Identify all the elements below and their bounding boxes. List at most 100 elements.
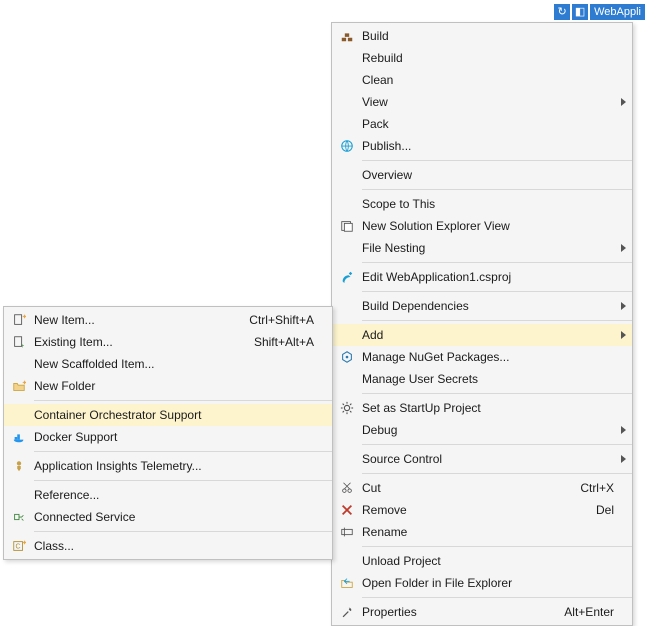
publish-icon <box>332 139 362 153</box>
refresh-icon[interactable]: ↻ <box>554 4 570 20</box>
add-submenu: ✦ New Item...Ctrl+Shift+A + Existing Item..… <box>3 306 333 560</box>
menu-item-properties[interactable]: PropertiesAlt+Enter <box>332 601 632 623</box>
cut-icon <box>332 481 362 495</box>
menu-item-label: New Item... <box>34 313 249 327</box>
submenu-arrow-icon <box>621 455 626 463</box>
menu-item-label: Unload Project <box>362 554 614 568</box>
menu-item-shortcut: Del <box>596 503 614 517</box>
topbar-label[interactable]: WebAppli <box>590 4 645 20</box>
menu-item-manage-nuget-packages[interactable]: Manage NuGet Packages... <box>332 346 632 368</box>
class-icon: C✦ <box>4 539 34 553</box>
menu-item-overview[interactable]: Overview <box>332 164 632 186</box>
menu-item-docker-support[interactable]: Docker Support <box>4 426 332 448</box>
svg-text:✦: ✦ <box>22 313 26 321</box>
menu-item-shortcut: Ctrl+Shift+A <box>249 313 314 327</box>
rename-icon <box>332 525 362 539</box>
menu-item-reference[interactable]: Reference... <box>4 484 332 506</box>
menu-item-label: Class... <box>34 539 314 553</box>
menu-item-label: Cut <box>362 481 580 495</box>
menu-item-label: Docker Support <box>34 430 314 444</box>
menu-item-file-nesting[interactable]: File Nesting <box>332 237 632 259</box>
properties-icon <box>332 605 362 619</box>
menu-item-label: Reference... <box>34 488 314 502</box>
menu-item-rebuild[interactable]: Rebuild <box>332 47 632 69</box>
menu-item-label: Clean <box>362 73 614 87</box>
window-icon[interactable]: ◧ <box>572 4 588 20</box>
menu-separator <box>362 473 632 474</box>
menu-item-label: Scope to This <box>362 197 614 211</box>
submenu-arrow-icon <box>621 302 626 310</box>
menu-item-build-dependencies[interactable]: Build Dependencies <box>332 295 632 317</box>
menu-item-connected-service[interactable]: Connected Service <box>4 506 332 528</box>
menu-separator <box>362 160 632 161</box>
menu-item-label: Build <box>362 29 614 43</box>
menu-item-new-scaffolded-item[interactable]: New Scaffolded Item... <box>4 353 332 375</box>
svg-text:✦: ✦ <box>22 379 26 387</box>
menu-item-label: Open Folder in File Explorer <box>362 576 614 590</box>
menu-item-publish[interactable]: Publish... <box>332 135 632 157</box>
menu-item-new-folder[interactable]: ✦ New Folder <box>4 375 332 397</box>
submenu-arrow-icon <box>621 331 626 339</box>
menu-separator <box>362 291 632 292</box>
menu-separator <box>362 262 632 263</box>
menu-item-new-solution-explorer-view[interactable]: New Solution Explorer View <box>332 215 632 237</box>
svg-text:+: + <box>21 343 25 349</box>
menu-item-remove[interactable]: RemoveDel <box>332 499 632 521</box>
menu-item-label: New Folder <box>34 379 314 393</box>
menu-item-label: Set as StartUp Project <box>362 401 614 415</box>
menu-item-source-control[interactable]: Source Control <box>332 448 632 470</box>
menu-item-label: Publish... <box>362 139 614 153</box>
menu-item-shortcut: Shift+Alt+A <box>254 335 314 349</box>
menu-item-application-insights-telemetry[interactable]: Application Insights Telemetry... <box>4 455 332 477</box>
menu-item-set-as-startup-project[interactable]: Set as StartUp Project <box>332 397 632 419</box>
menu-separator <box>34 531 332 532</box>
menu-item-label: File Nesting <box>362 241 614 255</box>
menu-item-clean[interactable]: Clean <box>332 69 632 91</box>
menu-item-view[interactable]: View <box>332 91 632 113</box>
menu-item-label: Rename <box>362 525 614 539</box>
menu-item-manage-user-secrets[interactable]: Manage User Secrets <box>332 368 632 390</box>
menu-item-open-folder-in-file-explorer[interactable]: Open Folder in File Explorer <box>332 572 632 594</box>
gear-icon <box>332 401 362 415</box>
menu-item-label: Add <box>362 328 614 342</box>
menu-item-pack[interactable]: Pack <box>332 113 632 135</box>
menu-item-label: Existing Item... <box>34 335 254 349</box>
open-folder-icon <box>332 576 362 590</box>
submenu-arrow-icon <box>621 98 626 106</box>
submenu-arrow-icon <box>621 244 626 252</box>
menu-item-container-orchestrator-support[interactable]: Container Orchestrator Support <box>4 404 332 426</box>
existing-item-icon: + <box>4 335 34 349</box>
menu-item-label: New Scaffolded Item... <box>34 357 314 371</box>
menu-item-label: Rebuild <box>362 51 614 65</box>
menu-item-class[interactable]: C✦Class... <box>4 535 332 557</box>
menu-item-debug[interactable]: Debug <box>332 419 632 441</box>
menu-item-unload-project[interactable]: Unload Project <box>332 550 632 572</box>
insights-icon <box>4 459 34 473</box>
menu-item-shortcut: Ctrl+X <box>580 481 614 495</box>
menu-item-label: Container Orchestrator Support <box>34 408 314 422</box>
menu-item-add[interactable]: Add <box>332 324 632 346</box>
menu-item-label: Debug <box>362 423 614 437</box>
menu-item-label: Pack <box>362 117 614 131</box>
svg-text:C: C <box>16 544 21 551</box>
new-view-icon <box>332 219 362 233</box>
connected-icon <box>4 510 34 524</box>
menu-separator <box>362 189 632 190</box>
submenu-arrow-icon <box>621 426 626 434</box>
menu-item-build[interactable]: Build <box>332 25 632 47</box>
menu-item-scope-to-this[interactable]: Scope to This <box>332 193 632 215</box>
menu-separator <box>362 393 632 394</box>
menu-item-label: Remove <box>362 503 596 517</box>
menu-separator <box>362 597 632 598</box>
menu-item-label: Source Control <box>362 452 614 466</box>
svg-text:✦: ✦ <box>22 539 26 547</box>
nuget-icon <box>332 350 362 364</box>
menu-item-edit-webapplication1-csproj[interactable]: Edit WebApplication1.csproj <box>332 266 632 288</box>
menu-item-existing-item[interactable]: + Existing Item...Shift+Alt+A <box>4 331 332 353</box>
menu-item-label: Edit WebApplication1.csproj <box>362 270 614 284</box>
menu-item-rename[interactable]: Rename <box>332 521 632 543</box>
menu-item-new-item[interactable]: ✦ New Item...Ctrl+Shift+A <box>4 309 332 331</box>
build-icon <box>332 29 362 43</box>
new-item-icon: ✦ <box>4 313 34 327</box>
menu-item-cut[interactable]: CutCtrl+X <box>332 477 632 499</box>
